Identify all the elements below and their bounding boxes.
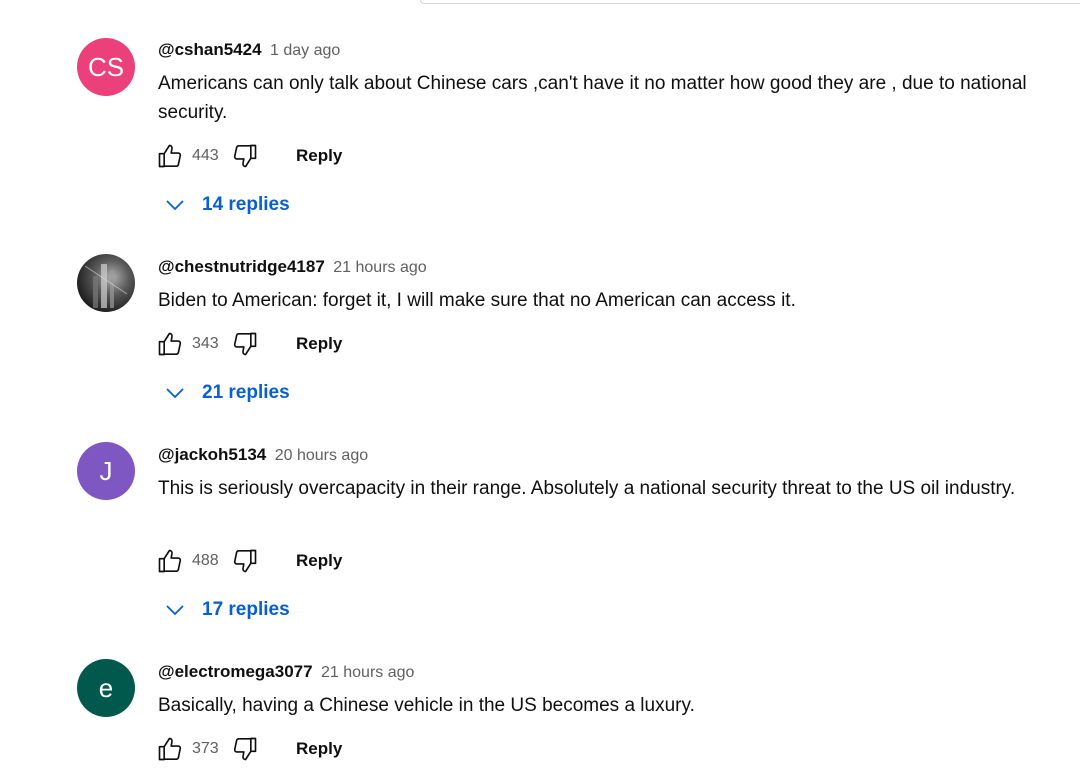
like-button[interactable]	[155, 329, 185, 359]
chevron-down-icon	[163, 598, 187, 622]
thumbs-down-icon	[233, 144, 257, 168]
comment-actions: 343 Reply	[155, 328, 342, 360]
comment-header: @chestnutridge4187 21 hours ago	[158, 256, 427, 279]
comment-text: Americans can only talk about Chinese ca…	[158, 73, 1027, 123]
comments-section: CS @cshan5424 1 day ago Americans can on…	[0, 0, 1080, 782]
replies-toggle[interactable]: 14 replies	[163, 190, 290, 220]
comment-text: Biden to American: forget it, I will mak…	[158, 290, 796, 311]
reply-button[interactable]: Reply	[296, 334, 342, 354]
comment-actions: 443 Reply	[155, 140, 342, 172]
comment-time[interactable]: 21 hours ago	[321, 664, 414, 681]
thumbs-up-icon	[158, 332, 182, 356]
avatar[interactable]: J	[77, 442, 135, 500]
chevron-down-icon	[163, 381, 187, 405]
reply-button[interactable]: Reply	[296, 739, 342, 759]
avatar-initials: CS	[87, 51, 125, 82]
comment-author[interactable]: @electromega3077	[158, 662, 313, 681]
dislike-button[interactable]	[230, 329, 260, 359]
dislike-button[interactable]	[230, 546, 260, 576]
replies-toggle[interactable]: 17 replies	[163, 595, 290, 625]
replies-count-label: 21 replies	[202, 382, 290, 403]
comment-actions: 373 Reply	[155, 733, 342, 765]
replies-count-label: 17 replies	[202, 599, 290, 620]
like-button[interactable]	[155, 546, 185, 576]
thumbs-up-icon	[158, 144, 182, 168]
avatar[interactable]: CS	[77, 38, 135, 96]
dislike-button[interactable]	[230, 141, 260, 171]
thumbs-down-icon	[233, 737, 257, 761]
thumbs-down-icon	[233, 549, 257, 573]
comment-time[interactable]: 20 hours ago	[275, 447, 368, 464]
comment-time[interactable]: 21 hours ago	[333, 259, 426, 276]
chevron-down-icon	[163, 193, 187, 217]
comment-text: This is seriously overcapacity in their …	[158, 478, 1016, 499]
reply-button[interactable]: Reply	[296, 551, 342, 571]
avatar-photo-icon	[84, 264, 128, 308]
comment-author[interactable]: @jackoh5134	[158, 445, 266, 464]
replies-toggle[interactable]: 21 replies	[163, 378, 290, 408]
reply-button[interactable]: Reply	[296, 146, 342, 166]
search-box-edge	[420, 0, 1080, 4]
like-button[interactable]	[155, 734, 185, 764]
thumbs-down-icon	[233, 332, 257, 356]
replies-count-label: 14 replies	[202, 194, 290, 215]
thumbs-up-icon	[158, 549, 182, 573]
avatar[interactable]: e	[77, 659, 135, 717]
like-count: 373	[192, 740, 219, 757]
comment-actions: 488 Reply	[155, 545, 342, 577]
avatar[interactable]	[77, 254, 135, 312]
comment-author[interactable]: @cshan5424	[158, 40, 262, 59]
comment-time[interactable]: 1 day ago	[270, 42, 340, 59]
comment-header: @electromega3077 21 hours ago	[158, 661, 414, 684]
avatar-initials: J	[99, 455, 113, 486]
comment-text: Basically, having a Chinese vehicle in t…	[158, 695, 695, 716]
like-count: 488	[192, 552, 219, 569]
comment-header: @cshan5424 1 day ago	[158, 39, 340, 62]
like-count: 443	[192, 147, 219, 164]
like-count: 343	[192, 335, 219, 352]
thumbs-up-icon	[158, 737, 182, 761]
comment-header: @jackoh5134 20 hours ago	[158, 444, 368, 467]
avatar-initials: e	[98, 672, 114, 703]
like-button[interactable]	[155, 141, 185, 171]
dislike-button[interactable]	[230, 734, 260, 764]
comment-author[interactable]: @chestnutridge4187	[158, 257, 325, 276]
